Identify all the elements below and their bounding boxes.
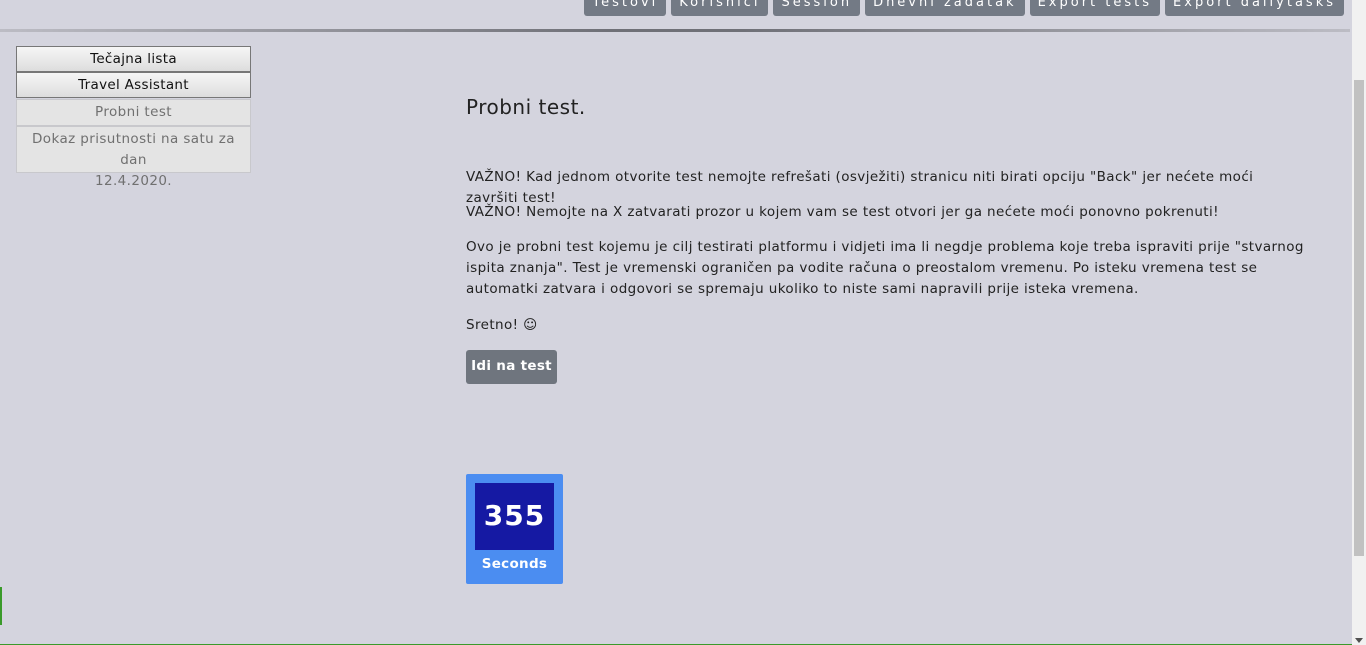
sidebar-button-tecajna-lista[interactable]: Tečajna lista	[16, 46, 251, 72]
status-indicator-mark	[0, 587, 2, 625]
sidebar-item-probni-test[interactable]: Probni test	[16, 99, 251, 126]
sidebar: Tečajna lista Travel Assistant Probni te…	[16, 46, 251, 189]
nav-export-dailytasks[interactable]: Export dailytasks	[1165, 0, 1344, 16]
scroll-down-arrow-icon[interactable]	[1355, 638, 1363, 643]
warning-close: VAŽNO! Nemojte na X zatvarati prozor u k…	[466, 204, 1219, 220]
main-content: Probni test. VAŽNO! Kad jednom otvorite …	[466, 95, 1306, 384]
test-info: Ovo je probni test kojemu je cilj testir…	[466, 239, 1304, 297]
good-luck-text: Sretno! ☺	[466, 317, 538, 333]
nav-session[interactable]: Session	[773, 0, 861, 16]
vertical-scrollbar[interactable]	[1352, 0, 1366, 645]
timer-label: Seconds	[481, 556, 548, 572]
nav-testovi[interactable]: Testovi	[584, 0, 667, 16]
page-title: Probni test.	[466, 95, 586, 119]
go-to-test-button[interactable]: Idi na test	[466, 350, 557, 384]
nav-dnevni-zadatak[interactable]: Dnevni zadatak	[865, 0, 1025, 16]
top-navigation: Testovi Korisnici Session Dnevni zadatak…	[584, 0, 1344, 16]
countdown-timer: 355 Seconds	[466, 474, 563, 584]
scrollbar-thumb[interactable]	[1354, 80, 1364, 556]
nav-korisnici[interactable]: Korisnici	[671, 0, 769, 16]
page: Testovi Korisnici Session Dnevni zadatak…	[0, 0, 1366, 645]
sidebar-item-dokaz-line2: 12.4.2020.	[95, 173, 172, 189]
sidebar-button-travel-assistant[interactable]: Travel Assistant	[16, 72, 251, 98]
header-divider	[0, 29, 1350, 32]
timer-value: 355	[475, 483, 554, 550]
sidebar-item-dokaz-prisutnosti[interactable]: Dokaz prisutnosti na satu za dan 12.4.20…	[16, 126, 251, 189]
nav-export-tests[interactable]: Export tests	[1029, 0, 1161, 16]
sidebar-item-dokaz-line1: Dokaz prisutnosti na satu za dan	[32, 131, 235, 168]
